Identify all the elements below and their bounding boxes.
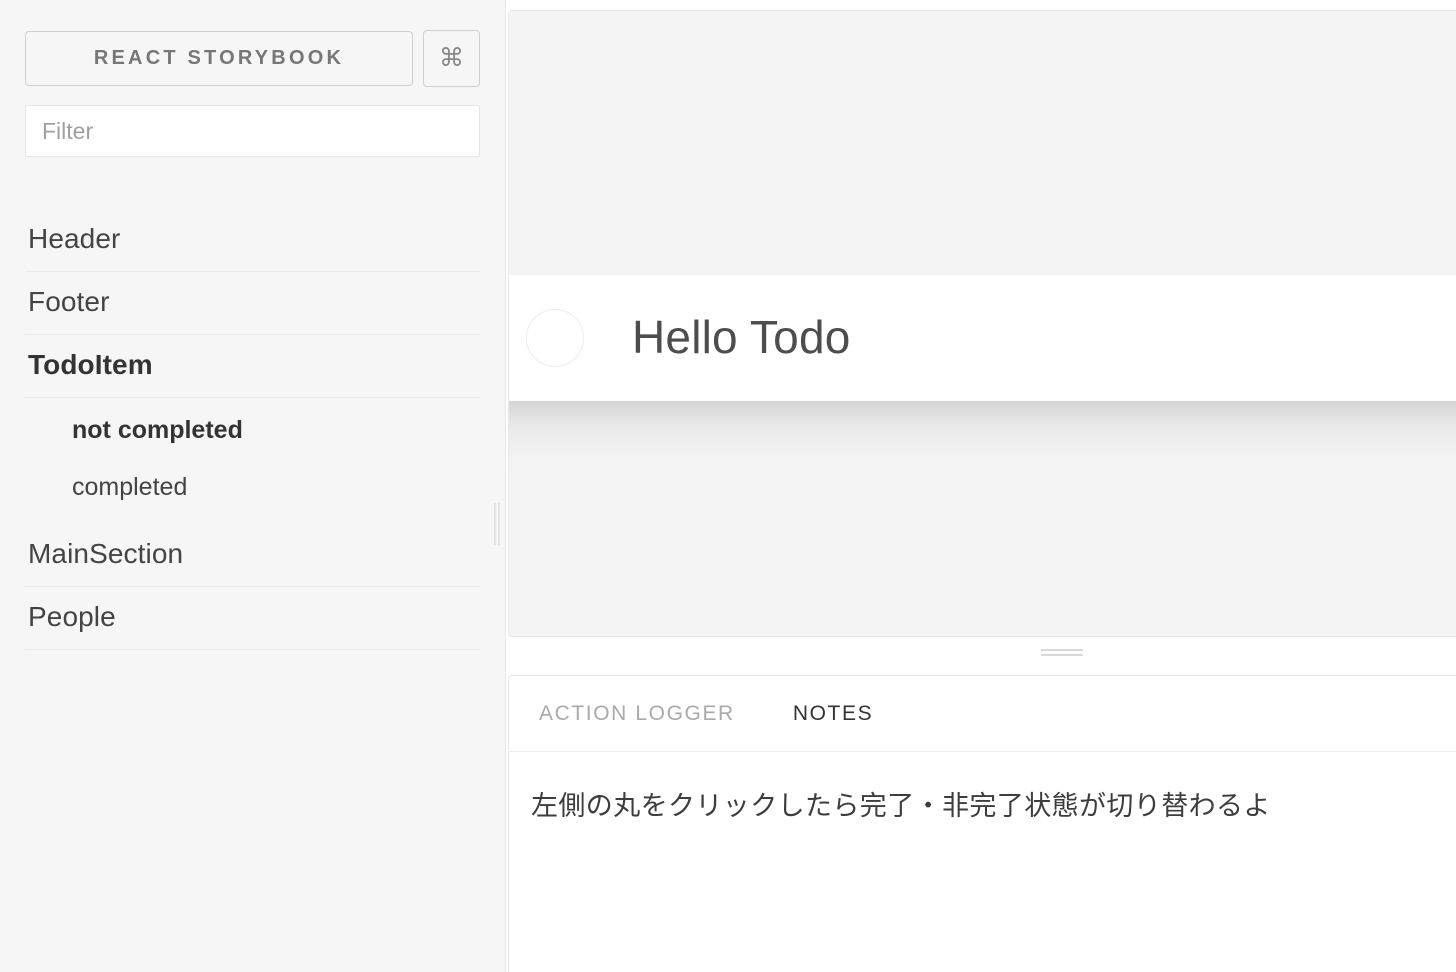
divider [25,649,480,650]
sidebar-resize-handle[interactable] [486,0,508,972]
addon-panel: ACTION LOGGER NOTES 左側の丸をクリックしたら完了・非完了状態… [508,675,1456,972]
story-children-todoitem: not completed completed [25,398,480,524]
story-group-todoitem: TodoItem not completed completed [25,335,480,524]
todo-item: Hello Todo [509,275,1456,401]
resize-grip-icon [1041,649,1083,656]
notes-content: 左側の丸をクリックしたら完了・非完了状態が切り替わるよ [531,791,1271,821]
story-item-completed[interactable]: completed [25,459,480,516]
story-group-header: Header [25,209,480,272]
sidebar-item-mainsection[interactable]: MainSection [25,524,480,586]
search-input[interactable] [25,105,480,157]
story-list: Header Footer TodoItem not completed com… [0,209,505,650]
filter-container [0,87,505,157]
addon-tab-bar: ACTION LOGGER NOTES [509,676,1456,752]
brand-button[interactable]: REACT STORYBOOK [25,31,413,86]
tab-notes[interactable]: NOTES [793,702,873,726]
sidebar-item-people[interactable]: People [25,587,480,649]
story-preview-panel: Hello Todo [508,10,1456,637]
main-area: Hello Todo ACTION LOGGER NOTES 左側の丸をクリック… [506,0,1456,972]
command-icon[interactable]: ⌘ [423,30,480,87]
sidebar-header: REACT STORYBOOK ⌘ [0,0,505,87]
sidebar-item-todoitem[interactable]: TodoItem [25,335,480,397]
story-group-footer: Footer [25,272,480,335]
todo-item-label: Hello Todo [632,311,851,364]
preview-stage: Hello Todo [509,11,1456,636]
sidebar: REACT STORYBOOK ⌘ Header Footer TodoItem… [0,0,506,972]
story-item-not-completed[interactable]: not completed [25,402,480,459]
addon-panel-resize-handle[interactable] [508,638,1456,672]
preview-shadow [509,401,1456,477]
sidebar-item-header[interactable]: Header [25,209,480,271]
tab-action-logger[interactable]: ACTION LOGGER [539,702,735,726]
story-group-people: People [25,587,480,650]
storybook-app: REACT STORYBOOK ⌘ Header Footer TodoItem… [0,0,1456,972]
resize-grip-icon [494,503,500,545]
story-group-mainsection: MainSection [25,524,480,587]
sidebar-item-footer[interactable]: Footer [25,272,480,334]
circle-toggle-icon[interactable] [526,309,584,367]
